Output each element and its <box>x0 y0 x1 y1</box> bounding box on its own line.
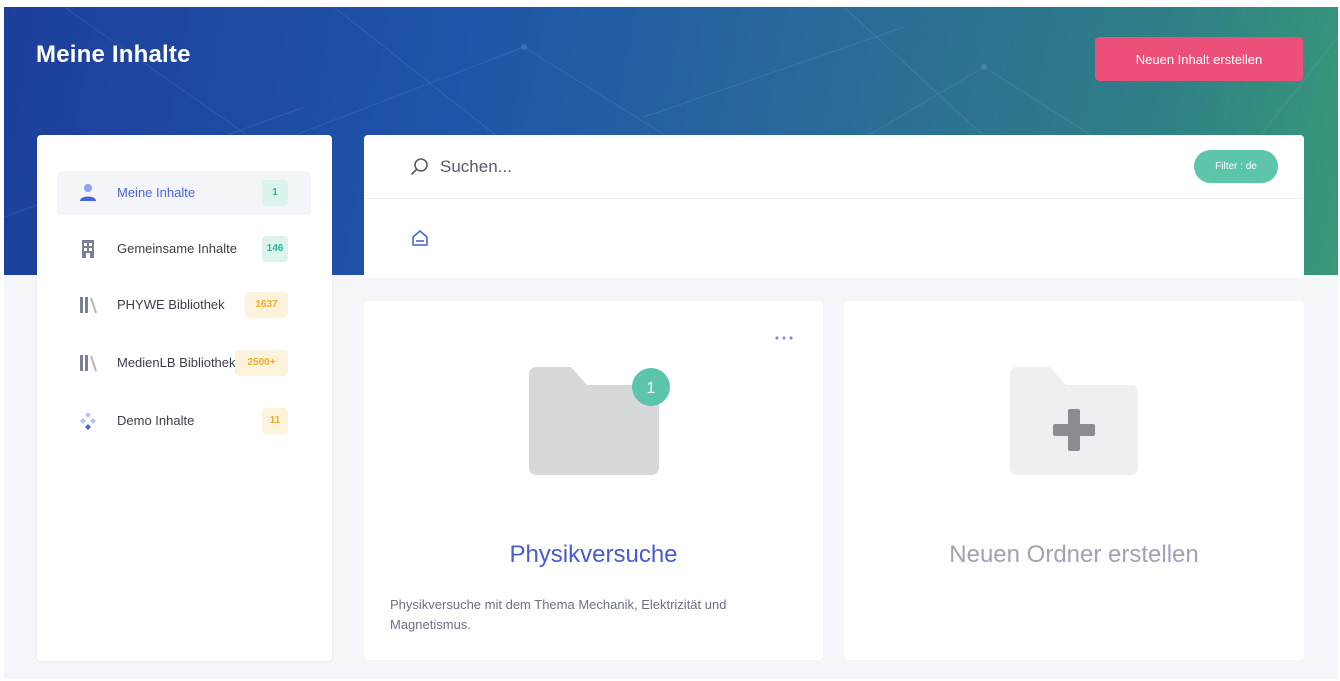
library-icon <box>80 355 97 372</box>
count-badge: 1 <box>262 180 288 206</box>
building-icon <box>82 240 94 258</box>
sidebar-item-phywe-bibliothek[interactable]: PHYWE Bibliothek 1637 <box>57 283 311 327</box>
folder-title[interactable]: Physikversuche <box>364 541 823 569</box>
count-badge: 11 <box>262 408 288 434</box>
folder-card[interactable]: 1 Physikversuche Physikversuche mit dem … <box>364 301 823 660</box>
search-panel: Filter : de <box>364 135 1304 278</box>
app-page: Meine Inhalte Neuen Inhalt erstellen Mei… <box>4 7 1338 679</box>
sidebar: Meine Inhalte 1 Gemeinsame Inhalte 146 P… <box>37 135 332 661</box>
search-icon <box>411 158 428 175</box>
folder-icon: 1 <box>529 367 670 475</box>
count-badge: 146 <box>262 236 288 262</box>
sidebar-item-gemeinsame-inhalte[interactable]: Gemeinsame Inhalte 146 <box>57 227 311 271</box>
sidebar-item-label: Meine Inhalte <box>117 185 196 200</box>
sidebar-item-meine-inhalte[interactable]: Meine Inhalte 1 <box>57 171 311 215</box>
folder-plus-icon <box>1010 367 1138 475</box>
count-badge: 1637 <box>245 292 288 318</box>
language-filter-button[interactable]: Filter : de <box>1194 150 1278 183</box>
page-title: Meine Inhalte <box>36 41 191 68</box>
sidebar-item-medienlb-bibliothek[interactable]: MedienLB Bibliothek 2500+ <box>57 341 311 385</box>
folder-count-badge: 1 <box>647 380 656 397</box>
sidebar-item-label: PHYWE Bibliothek <box>117 297 225 312</box>
new-content-button[interactable]: Neuen Inhalt erstellen <box>1095 37 1303 81</box>
more-options-icon[interactable] <box>773 331 795 345</box>
sidebar-item-demo-inhalte[interactable]: Demo Inhalte 11 <box>57 399 311 443</box>
library-icon <box>80 297 97 314</box>
count-badge: 2500+ <box>235 350 288 376</box>
shapes-icon <box>80 412 96 430</box>
sidebar-item-label: Gemeinsame Inhalte <box>117 241 237 256</box>
home-icon[interactable] <box>410 228 430 248</box>
search-bar: Filter : de <box>364 135 1304 199</box>
folder-description: Physikversuche mit dem Thema Mechanik, E… <box>390 597 727 632</box>
search-input[interactable] <box>440 153 1040 181</box>
new-folder-card[interactable]: Neuen Ordner erstellen <box>844 301 1304 660</box>
sidebar-item-label: MedienLB Bibliothek <box>117 355 236 370</box>
new-folder-label[interactable]: Neuen Ordner erstellen <box>844 541 1304 569</box>
sidebar-item-label: Demo Inhalte <box>117 413 195 428</box>
user-icon <box>80 184 96 201</box>
